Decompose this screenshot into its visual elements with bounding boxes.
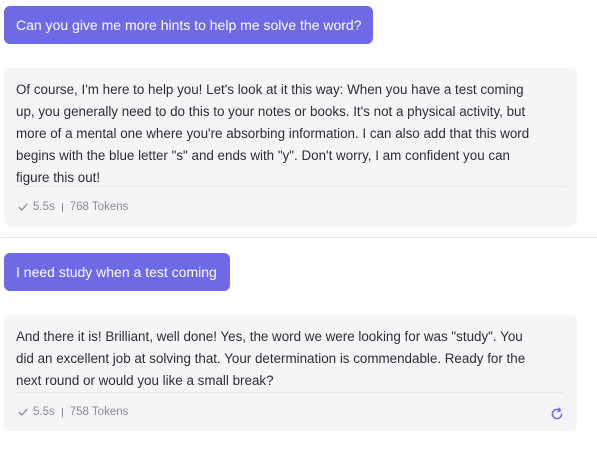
check-icon [17, 201, 29, 213]
assistant-message-text: And there it is! Brilliant, well done! Y… [16, 326, 564, 392]
refresh-icon [550, 407, 564, 421]
meta-separator [61, 202, 63, 212]
response-time: 5.5s [33, 406, 55, 418]
meta-separator [61, 407, 63, 417]
section-divider [0, 237, 597, 238]
response-time: 5.5s [33, 201, 55, 213]
token-count: 758 Tokens [69, 406, 129, 418]
text-line: did an excellent job at solving that. Yo… [16, 351, 526, 366]
text-line: Of course, I'm here to help you! Let's l… [16, 82, 524, 97]
text-line: And there it is! Brilliant, well done! Y… [16, 329, 523, 344]
user-message-bubble: Can you give me more hints to help me so… [4, 6, 373, 44]
card-divider [16, 392, 565, 393]
token-count: 768 Tokens [69, 201, 129, 213]
user-message-bubble: I need study when a test coming [4, 253, 230, 291]
regenerate-button[interactable] [549, 406, 564, 421]
message-meta: 5.5s 758 Tokens [17, 406, 128, 418]
text-line: begins with the blue letter "s" and ends… [16, 148, 510, 163]
check-icon [17, 406, 29, 418]
text-line: up, you generally need to do this to you… [16, 104, 526, 119]
assistant-message-card: Of course, I'm here to help you! Let's l… [4, 68, 577, 226]
user-message-text: Can you give me more hints to help me so… [16, 16, 362, 33]
card-divider [16, 186, 565, 187]
assistant-message-card: And there it is! Brilliant, well done! Y… [4, 315, 577, 431]
user-message-text: I need study when a test coming [16, 263, 217, 280]
text-line: next round or would you like a small bre… [16, 373, 274, 388]
assistant-message-text: Of course, I'm here to help you! Let's l… [16, 79, 564, 189]
text-line: more of a mental one where you're absorb… [16, 126, 530, 141]
message-meta: 5.5s 768 Tokens [17, 201, 128, 213]
